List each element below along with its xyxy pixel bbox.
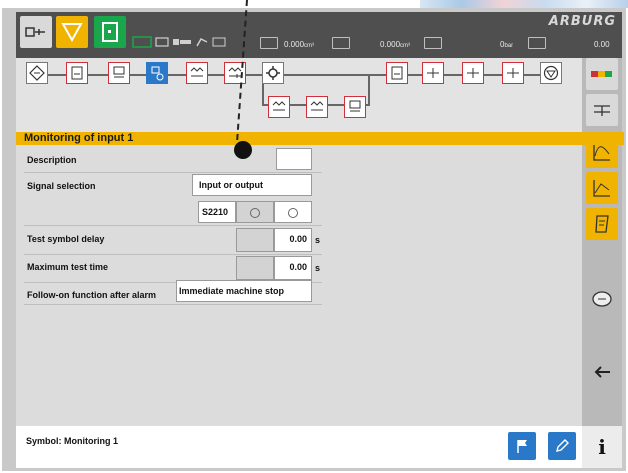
- signal-code-field[interactable]: S2210: [198, 201, 236, 223]
- injection-symbol[interactable]: [186, 62, 208, 84]
- machine-status-button[interactable]: [94, 16, 126, 48]
- nozzle-forward-icon: [113, 66, 125, 78]
- ejector-icon: [507, 68, 519, 78]
- pressure-value: 0bar: [500, 40, 514, 49]
- mold-close-symbol[interactable]: [66, 62, 88, 84]
- top-toolbar: 0.000cm³ 0.000cm³ 0bar 0.00 ARBURG: [16, 12, 622, 58]
- decompression-symbol[interactable]: [306, 96, 328, 118]
- description-field[interactable]: [276, 148, 312, 170]
- dosing-volume: 0.000cm³: [284, 40, 315, 49]
- brand-logo: ARBURG: [548, 14, 616, 29]
- delay-blank-cell: [236, 228, 274, 252]
- monitoring-symbol-selected[interactable]: [146, 62, 168, 84]
- back-button[interactable]: [586, 356, 618, 388]
- injection-icon: [190, 67, 204, 77]
- sequence-view-button[interactable]: [586, 94, 618, 126]
- screw-icon: [260, 37, 278, 49]
- heating-icon: [212, 37, 226, 47]
- nozzle-back-symbol[interactable]: [344, 96, 366, 118]
- panel-title: Monitoring of input 1: [16, 132, 624, 145]
- flag-icon: [517, 440, 527, 453]
- status-indicators: [132, 35, 226, 49]
- ejector-back-symbol[interactable]: [462, 62, 484, 84]
- follow-on-function-field[interactable]: Immediate machine stop: [176, 280, 312, 302]
- door-icon: [102, 22, 118, 42]
- maximum-test-time-label: Maximum test time: [27, 262, 109, 272]
- description-label: Description: [27, 155, 77, 165]
- start-symbol[interactable]: [26, 62, 48, 84]
- message-button[interactable]: [586, 284, 618, 316]
- envelope-button[interactable]: [586, 172, 618, 204]
- test-symbol-delay-field[interactable]: 0.00: [274, 228, 312, 252]
- alarm-button[interactable]: [56, 16, 88, 48]
- cooling-symbol[interactable]: [262, 62, 284, 84]
- note-icon: [595, 215, 609, 233]
- symbol-label: Symbol: Monitoring 1: [26, 436, 118, 446]
- ejector-forward-symbol[interactable]: [422, 62, 444, 84]
- end-symbol[interactable]: [540, 62, 562, 84]
- colors-button[interactable]: [586, 58, 618, 90]
- nozzle-forward-symbol[interactable]: [108, 62, 130, 84]
- nozzle-back-icon: [349, 100, 361, 112]
- edit-button[interactable]: [548, 432, 576, 460]
- ejector-back-icon: [467, 68, 479, 78]
- ejector-symbol[interactable]: [502, 62, 524, 84]
- output-radio[interactable]: [288, 207, 298, 218]
- nozzle-icon: [424, 37, 442, 49]
- robot-icon: [196, 38, 208, 47]
- info-button[interactable]: i: [582, 426, 622, 468]
- mode-icon: [25, 27, 45, 37]
- input-radio-cell[interactable]: [236, 201, 274, 223]
- monitoring-panel: Monitoring of input 1 Description Signal…: [16, 132, 624, 426]
- max-test-unit: s: [315, 263, 321, 273]
- dosing-symbol[interactable]: [268, 96, 290, 118]
- gear-icon: [266, 66, 280, 80]
- end-circle-icon: [543, 65, 559, 81]
- screen-icon: [132, 36, 152, 48]
- bottom-bar: Symbol: Monitoring 1: [16, 426, 582, 468]
- mold-close-icon: [71, 66, 83, 80]
- notes-button[interactable]: [586, 208, 618, 240]
- injection-icon: [173, 39, 191, 45]
- ejector-forward-icon: [427, 68, 439, 78]
- cushion-icon: [332, 37, 350, 49]
- mold-open-icon: [391, 66, 403, 80]
- dosing-icon: [272, 101, 286, 111]
- mold-open-symbol[interactable]: [386, 62, 408, 84]
- sequence-icon: [594, 105, 610, 116]
- pencil-icon: [556, 439, 569, 452]
- arrow-left-icon: [594, 366, 610, 378]
- decorative-banner: [420, 0, 628, 8]
- input-radio[interactable]: [250, 207, 260, 218]
- signal-selection-field[interactable]: Input or output: [192, 174, 312, 196]
- test-symbol-delay-label: Test symbol delay: [27, 234, 105, 244]
- pointer-dot: [234, 141, 252, 159]
- cushion-volume: 0.000cm³: [380, 40, 411, 49]
- curve-icon: [593, 144, 610, 161]
- signal-selection-label: Signal selection: [27, 181, 96, 191]
- cycle-time-value: 0.00: [594, 40, 610, 49]
- decompression-icon: [310, 101, 324, 111]
- delay-unit: s: [315, 235, 321, 245]
- flag-button[interactable]: [508, 432, 536, 460]
- monitoring-icon: [151, 66, 164, 81]
- sequence-editor: [16, 58, 582, 132]
- maximum-test-time-field[interactable]: 0.00: [274, 256, 312, 280]
- alarm-triangle-icon: [61, 23, 83, 43]
- start-diamond-icon: [29, 65, 45, 81]
- description-row: Description: [16, 149, 316, 171]
- speech-bubble-icon: [592, 291, 612, 307]
- max-test-blank-cell: [236, 256, 274, 280]
- operating-mode-button[interactable]: [20, 16, 52, 48]
- right-toolbar: [582, 58, 622, 468]
- palette-icon: [591, 71, 612, 77]
- output-radio-cell[interactable]: [274, 201, 312, 223]
- mold-icon: [155, 37, 169, 47]
- envelope-curve-icon: [593, 180, 610, 197]
- follow-on-function-label: Follow-on function after alarm: [27, 290, 157, 300]
- cycle-icon: [528, 37, 546, 49]
